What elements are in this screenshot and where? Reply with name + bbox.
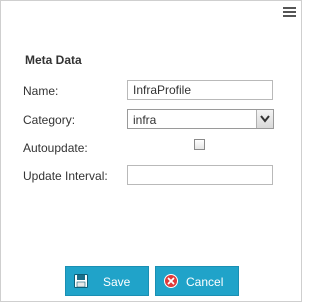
- cancel-button-label: Cancel: [186, 275, 224, 289]
- hamburger-menu-icon[interactable]: [283, 7, 296, 19]
- meta-data-panel: Meta Data Name: Category: infra Autoupda…: [0, 0, 302, 302]
- update-interval-label: Update Interval:: [23, 169, 108, 183]
- autoupdate-label: Autoupdate:: [23, 141, 88, 155]
- floppy-disk-icon: [74, 274, 88, 288]
- category-label: Category:: [23, 113, 76, 127]
- name-label: Name:: [23, 84, 59, 98]
- category-select[interactable]: infra: [127, 109, 274, 129]
- cancel-button[interactable]: Cancel: [155, 266, 239, 296]
- close-circle-icon: [164, 274, 178, 288]
- save-button[interactable]: Save: [65, 266, 149, 296]
- section-title: Meta Data: [25, 53, 82, 67]
- save-button-label: Save: [103, 275, 131, 289]
- chevron-down-icon[interactable]: [256, 110, 273, 128]
- category-selected-value: infra: [133, 113, 157, 127]
- update-interval-input[interactable]: [127, 165, 273, 185]
- name-input[interactable]: [127, 80, 273, 100]
- autoupdate-checkbox[interactable]: [194, 139, 205, 150]
